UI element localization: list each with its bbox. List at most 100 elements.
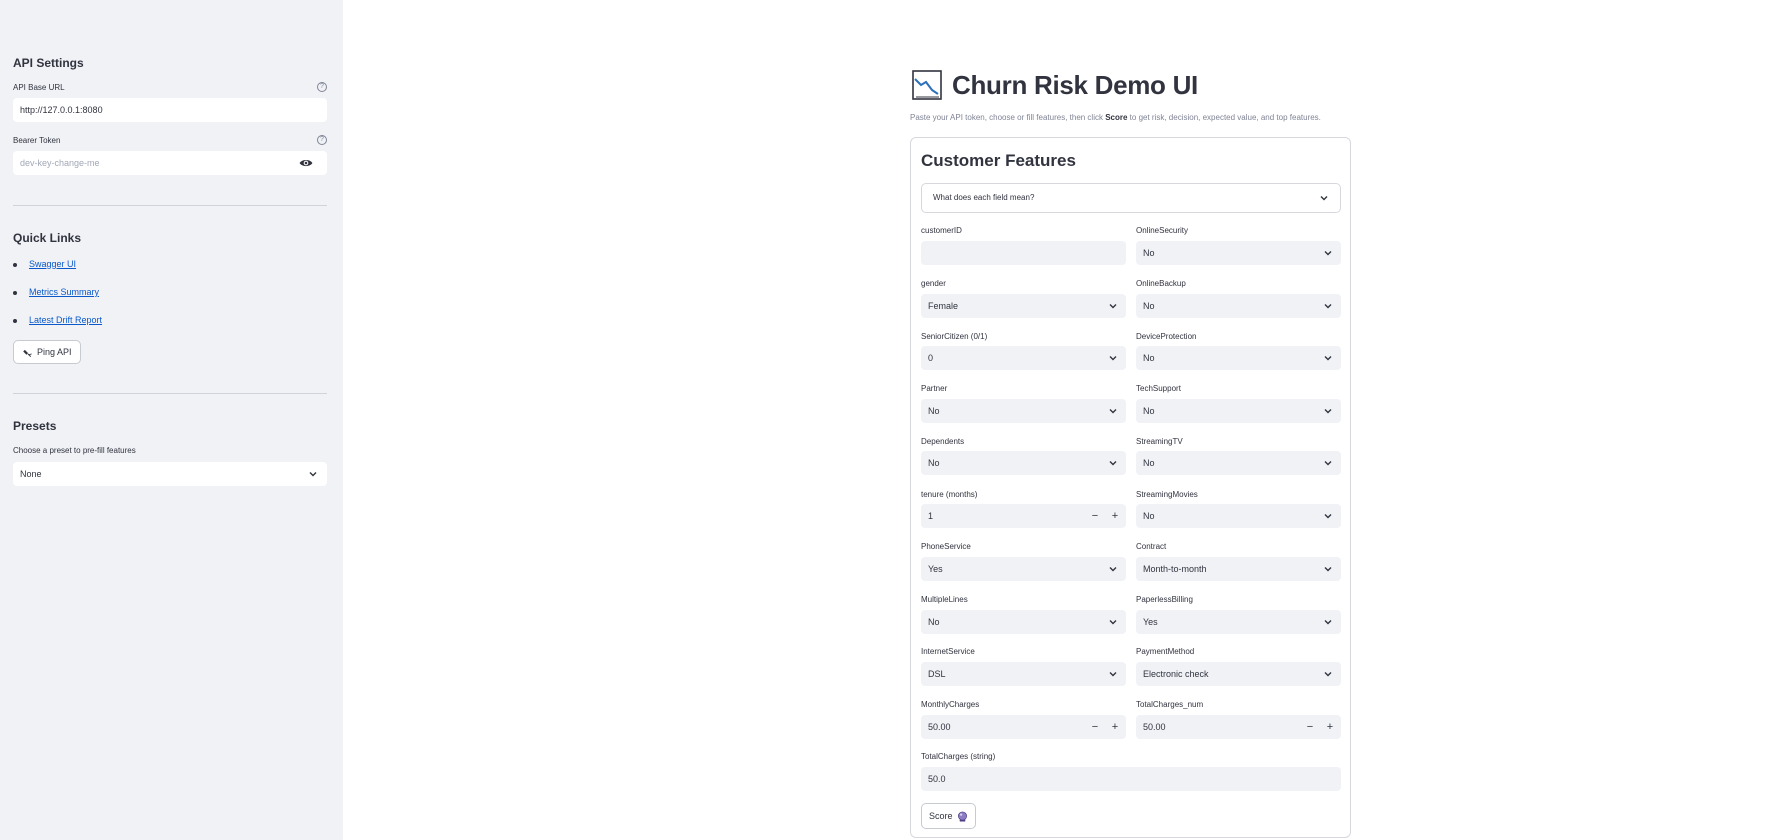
phone-service-value: Yes [928,564,943,574]
total-charges-num-value: 50.00 [1143,722,1166,732]
tech-support-select[interactable]: No [1136,399,1341,423]
help-circle-icon[interactable]: ? [317,135,327,145]
multiple-lines-value: No [928,617,940,627]
expander-label: What does each field mean? [933,193,1035,202]
senior-citizen-select[interactable]: 0 [921,346,1126,370]
tech-support-value: No [1143,406,1155,416]
tenure-increment-button[interactable]: + [1108,504,1122,528]
tenure-value: 1 [928,511,934,521]
chevron-down-icon [1324,409,1332,414]
chevron-down-icon [1109,567,1117,572]
chevron-down-icon [1324,304,1332,309]
chevron-down-icon [1109,304,1117,309]
dependents-label: Dependents [921,437,965,446]
online-backup-select[interactable]: No [1136,294,1341,318]
chevron-down-icon [1109,409,1117,414]
link-item: Latest Drift Report [13,315,102,325]
online-security-label: OnlineSecurity [1136,226,1189,235]
phone-service-select[interactable]: Yes [921,557,1126,581]
total-charges-string-label: TotalCharges (string) [921,752,996,761]
gender-select[interactable]: Female [921,294,1126,318]
monthly-charges-number-input[interactable]: 50.00 − + [921,715,1126,739]
help-circle-icon[interactable]: ? [317,82,327,92]
link-item: Swagger UI [13,259,76,269]
preset-select-value: None [20,469,42,479]
streaming-tv-label: StreamingTV [1136,437,1183,446]
tenure-decrement-button[interactable]: − [1088,504,1102,528]
total-charges-num-increment-button[interactable]: + [1323,715,1337,739]
latest-drift-report-link[interactable]: Latest Drift Report [29,315,102,325]
chevron-down-icon [1109,620,1117,625]
crystal-ball-icon [957,811,967,822]
dependents-select[interactable]: No [921,451,1126,475]
satellite-icon [23,349,32,357]
streaming-movies-value: No [1143,511,1155,521]
form-title: Customer Features [921,151,1076,170]
streaming-movies-label: StreamingMovies [1136,490,1198,499]
streaming-tv-value: No [1143,458,1155,468]
metrics-summary-link[interactable]: Metrics Summary [29,287,99,297]
total-charges-num-decrement-button[interactable]: − [1303,715,1317,739]
page-title: Churn Risk Demo UI [952,70,1198,100]
eye-icon[interactable] [299,156,313,170]
dependents-value: No [928,458,940,468]
score-button[interactable]: Score [921,803,976,829]
monthly-charges-decrement-button[interactable]: − [1088,715,1102,739]
phone-service-label: PhoneService [921,542,971,551]
link-item: Metrics Summary [13,287,99,297]
payment-method-value: Electronic check [1143,669,1209,679]
chevron-down-icon [1109,356,1117,361]
tenure-number-input[interactable]: 1 − + [921,504,1126,528]
partner-select[interactable]: No [921,399,1126,423]
ping-api-label: Ping API [37,347,72,357]
payment-method-select[interactable]: Electronic check [1136,662,1341,686]
chevron-down-icon [1324,251,1332,256]
chevron-down-icon [1109,672,1117,677]
presets-heading: Presets [13,419,57,433]
sidebar: API Settings API Base URL ? Bearer Token… [0,0,343,840]
field-help-expander[interactable]: What does each field mean? [921,183,1341,213]
online-security-select[interactable]: No [1136,241,1341,265]
bullet [13,290,17,295]
internet-service-value: DSL [928,669,946,679]
api-settings-heading: API Settings [13,56,84,70]
contract-select[interactable]: Month-to-month [1136,557,1341,581]
gender-value: Female [928,301,959,311]
partner-label: Partner [921,384,948,393]
chevron-down-icon [1109,461,1117,466]
monthly-charges-increment-button[interactable]: + [1108,715,1122,739]
total-charges-string-input[interactable]: 50.0 [921,767,1341,791]
internet-service-select[interactable]: DSL [921,662,1126,686]
online-security-value: No [1143,248,1155,258]
paperless-billing-select[interactable]: Yes [1136,610,1341,634]
swagger-ui-link[interactable]: Swagger UI [29,259,76,269]
chevron-down-icon [1324,461,1332,466]
api-base-url-label: API Base URL [13,83,65,92]
paperless-billing-value: Yes [1143,617,1158,627]
tech-support-label: TechSupport [1136,384,1181,393]
total-charges-num-number-input[interactable]: 50.00 − + [1136,715,1341,739]
streaming-tv-select[interactable]: No [1136,451,1341,475]
streaming-movies-select[interactable]: No [1136,504,1341,528]
multiple-lines-label: MultipleLines [921,595,968,604]
multiple-lines-select[interactable]: No [921,610,1126,634]
partner-value: No [928,406,940,416]
monthly-charges-label: MonthlyCharges [921,700,980,709]
bearer-token-input[interactable] [13,151,327,175]
chevron-down-icon [1324,620,1332,625]
contract-label: Contract [1136,542,1167,551]
chart-decreasing-icon [912,70,942,100]
online-backup-value: No [1143,301,1155,311]
payment-method-label: PaymentMethod [1136,647,1195,656]
bullet [13,318,17,323]
device-protection-select[interactable]: No [1136,346,1341,370]
customer-id-input[interactable] [921,241,1126,265]
bullet [13,262,17,267]
online-backup-label: OnlineBackup [1136,279,1186,288]
bearer-token-label: Bearer Token [13,136,61,145]
ping-api-button[interactable]: Ping API [13,340,81,364]
device-protection-value: No [1143,353,1155,363]
page-caption: Paste your API token, choose or fill fea… [910,113,1321,122]
preset-select[interactable]: None [13,462,327,486]
api-base-url-input[interactable] [13,98,327,122]
